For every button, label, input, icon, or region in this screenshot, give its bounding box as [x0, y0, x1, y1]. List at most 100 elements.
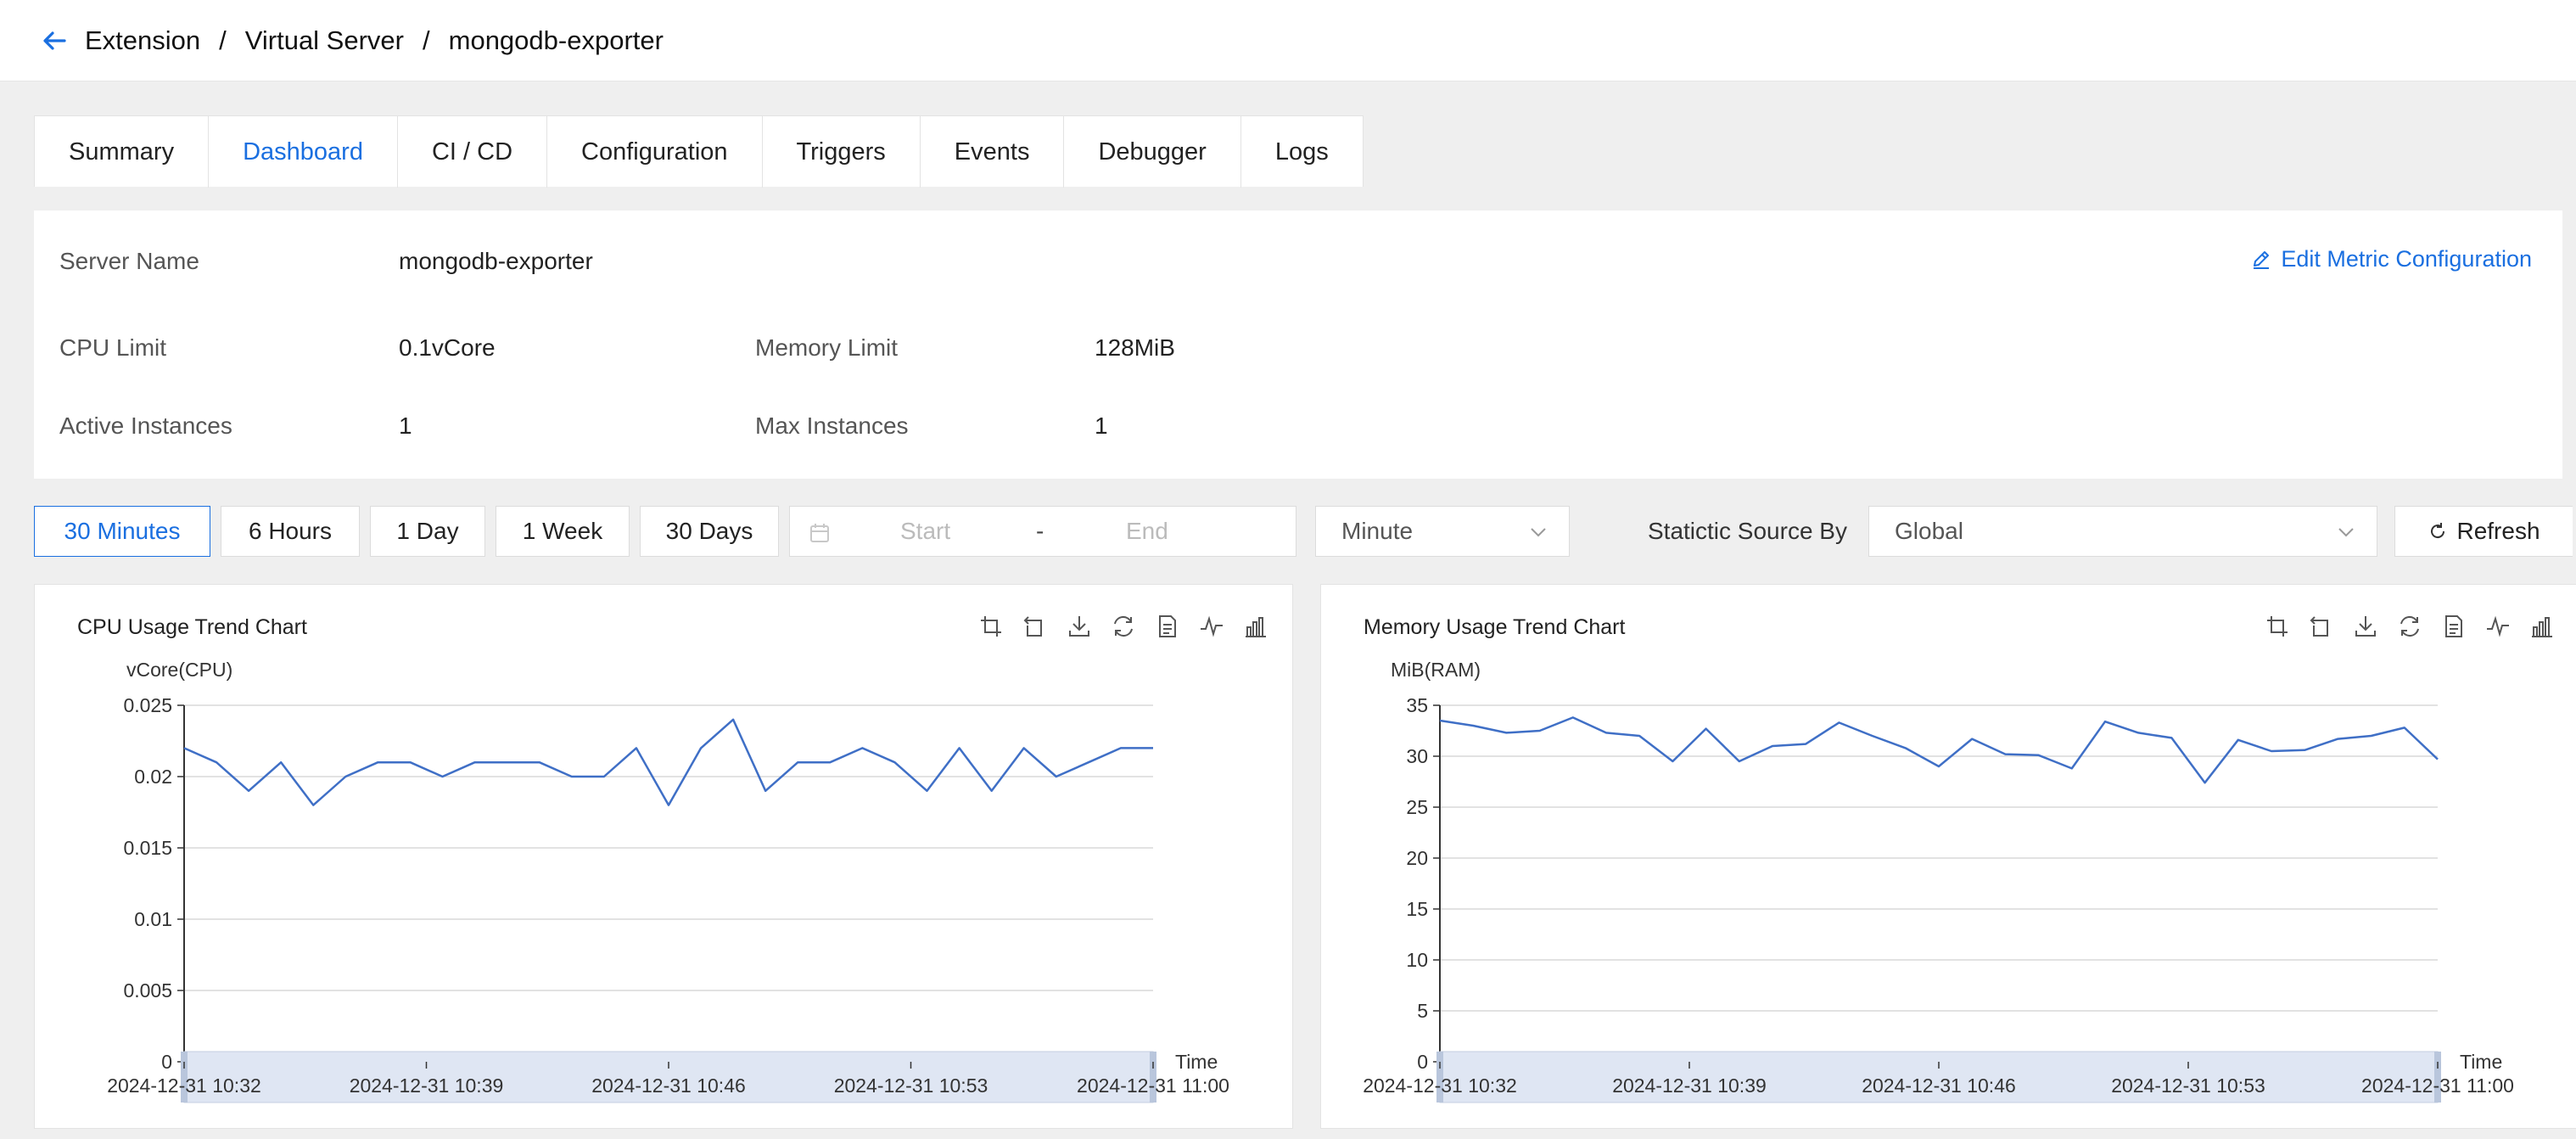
range-30-minutes-button[interactable]: 30 Minutes [34, 506, 210, 557]
cpu-y-tick-label: 0 [161, 1051, 172, 1073]
tab-events[interactable]: Events [921, 116, 1065, 188]
memory-usage-chart: 0 5 10 15 20 25 30 35 MiB(RAM) Time 2024-12-31 10:… [1363, 659, 2514, 1103]
memory-usage-chart-card: 0 5 10 15 20 25 30 35 MiB(RAM) Time 2024-12-31 10:… [1320, 584, 2576, 1129]
download-icon[interactable] [1065, 612, 1094, 641]
calendar-icon [810, 524, 829, 542]
tab-configuration[interactable]: Configuration [547, 116, 763, 188]
cpu-chart-title: CPU Usage Trend Chart [77, 615, 307, 639]
refresh-icon [2431, 523, 2445, 539]
statistic-source-value: Global [1895, 518, 1963, 544]
max-instances-value: 1 [1095, 412, 1108, 439]
start-date-input[interactable]: Start [900, 518, 950, 545]
bar-chart-icon[interactable] [2528, 612, 2556, 641]
memory-y-tick-label: 15 [1406, 898, 1428, 920]
time-range-toolbar: 30 Minutes 6 Hours 1 Day 1 Week 30 Days … [34, 506, 2576, 557]
server-name-label: Server Name [59, 248, 199, 274]
memory-x-tick-label: 2024-12-31 10:46 [1862, 1074, 2016, 1097]
tab-dashboard[interactable]: Dashboard [209, 116, 398, 188]
range-1-week-button[interactable]: 1 Week [496, 506, 630, 557]
zoom-reset-icon[interactable] [1021, 612, 1050, 641]
cpu-chart-toolbox [977, 612, 1270, 641]
edit-pencil-icon [2254, 250, 2270, 269]
data-view-icon[interactable] [2439, 612, 2468, 641]
cpu-x-tick-label: 2024-12-31 10:39 [350, 1074, 504, 1097]
cpu-y-tick-label: 0.015 [123, 837, 172, 859]
cpu-series-line [183, 718, 1153, 806]
cpu-y-tick-label: 0.01 [134, 908, 172, 930]
memory-chart-toolbox [2263, 612, 2556, 641]
cpu-usage-chart-card: 0 0.005 0.01 0.015 0.02 0.025 vCore(CPU) Time 20… [34, 584, 1293, 1129]
cpu-x-tick-label: 2024-12-31 10:32 [107, 1074, 261, 1097]
memory-x-tick-label: 2024-12-31 11:00 [2361, 1074, 2514, 1097]
restore-icon[interactable] [1109, 612, 1138, 641]
memory-x-tick-label: 2024-12-31 10:32 [1363, 1074, 1517, 1097]
back-arrow-icon[interactable] [37, 24, 71, 58]
cpu-limit-label: CPU Limit [59, 334, 167, 361]
cpu-x-tick-label: 2024-12-31 11:00 [1077, 1074, 1229, 1097]
range-30-days-button[interactable]: 30 Days [640, 506, 779, 557]
data-view-icon[interactable] [1153, 612, 1182, 641]
zoom-select-icon[interactable] [977, 612, 1005, 641]
refresh-button[interactable]: Refresh [2394, 506, 2573, 557]
cpu-usage-chart: 00.0050.010.0150.020.025vCore(CPU)Time20… [107, 659, 1229, 1103]
memory-chart-title: Memory Usage Trend Chart [1364, 615, 1626, 639]
memory-y-tick-label: 5 [1417, 1000, 1428, 1022]
chevron-down-icon [1531, 528, 1546, 537]
edit-metric-configuration-label: Edit Metric Configuration [2281, 246, 2532, 272]
server-name-value: mongodb-exporter [399, 248, 593, 274]
zoom-select-icon[interactable] [2263, 612, 2292, 641]
memory-y-tick-label: 30 [1406, 745, 1428, 767]
cpu-y-tick-label: 0.005 [123, 979, 172, 1002]
tab-logs[interactable]: Logs [1241, 116, 1363, 188]
restore-icon[interactable] [2395, 612, 2424, 641]
statistic-source-select[interactable]: Global [1868, 506, 2377, 557]
range-6-hours-button[interactable]: 6 Hours [221, 506, 360, 557]
top-bar: Extension / Virtual Server / mongodb-exp… [0, 0, 2576, 81]
bar-chart-icon[interactable] [1241, 612, 1270, 641]
memory-x-tick-label: 2024-12-31 10:53 [2111, 1074, 2265, 1097]
breadcrumb-current: mongodb-exporter [448, 25, 664, 55]
max-instances-label: Max Instances [755, 412, 909, 439]
edit-metric-configuration-link[interactable]: Edit Metric Configuration [2250, 246, 2532, 272]
memory-y-tick-label: 10 [1406, 949, 1428, 971]
refresh-label: Refresh [2456, 518, 2540, 544]
breadcrumb-separator: / [219, 25, 227, 55]
memory-x-tick-label: 2024-12-31 10:39 [1612, 1074, 1767, 1097]
memory-y-axis-title: MiB(RAM) [1391, 659, 1481, 681]
memory-limit-label: Memory Limit [755, 334, 899, 361]
line-chart-icon[interactable] [2484, 612, 2512, 641]
cpu-limit-value: 0.1vCore [399, 334, 496, 361]
cpu-y-tick-label: 0.02 [134, 766, 172, 788]
breadcrumb-virtual-server[interactable]: Virtual Server [245, 25, 404, 56]
memory-x-axis-title: Time [2460, 1051, 2502, 1073]
chevron-down-icon [2338, 528, 2354, 537]
cpu-x-tick-label: 2024-12-31 10:46 [591, 1074, 746, 1097]
breadcrumb-separator: / [423, 25, 430, 55]
statistic-source-label: Statictic Source By [1648, 518, 1847, 544]
tab-summary[interactable]: Summary [35, 116, 210, 188]
tab-triggers[interactable]: Triggers [763, 116, 921, 188]
active-instances-value: 1 [399, 412, 412, 439]
date-range-separator: - [1036, 518, 1044, 544]
tab-bar: Summary Dashboard CI / CD Configuration … [34, 115, 1364, 188]
tab-debugger[interactable]: Debugger [1064, 116, 1241, 188]
range-1-day-button[interactable]: 1 Day [370, 506, 485, 557]
breadcrumb-extension[interactable]: Extension [85, 25, 200, 56]
zoom-reset-icon[interactable] [2307, 612, 2336, 641]
download-icon[interactable] [2351, 612, 2380, 641]
memory-y-tick-label: 25 [1406, 796, 1428, 818]
memory-limit-value: 128MiB [1095, 334, 1175, 361]
granularity-value: Minute [1341, 518, 1414, 544]
line-chart-icon[interactable] [1197, 612, 1226, 641]
memory-y-tick-label: 20 [1406, 847, 1428, 869]
granularity-select[interactable]: Minute [1315, 506, 1570, 557]
server-summary-panel: Server Name mongodb-exporter CPU Limit 0… [34, 210, 2562, 479]
cpu-x-axis-title: Time [1175, 1051, 1218, 1073]
date-range-picker[interactable]: Start - End [789, 506, 1296, 557]
cpu-y-tick-label: 0.025 [123, 694, 172, 716]
memory-y-tick-label: 35 [1406, 694, 1428, 716]
end-date-input[interactable]: End [1126, 518, 1168, 545]
memory-series-line [1439, 716, 2439, 784]
tab-ci-cd[interactable]: CI / CD [398, 116, 548, 188]
cpu-y-axis-title: vCore(CPU) [126, 659, 232, 681]
